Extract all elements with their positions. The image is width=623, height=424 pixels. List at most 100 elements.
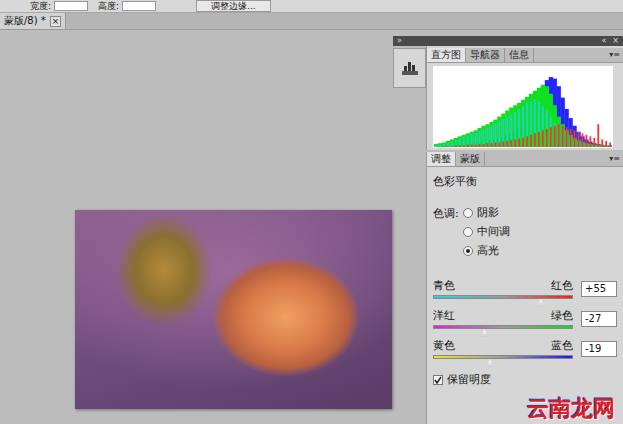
histogram-bar — [506, 117, 508, 147]
slider-track[interactable] — [433, 295, 573, 299]
workspace: »«×直方图导航器信息▾≡调整蒙版▾≡色彩平衡色调:阴影中间调高光青色红色+55… — [0, 30, 623, 424]
slider-value[interactable]: +55 — [581, 281, 617, 297]
panel-menu-button[interactable]: ▾≡ — [609, 152, 623, 166]
histogram-bar — [529, 94, 533, 147]
histogram-bar — [463, 137, 465, 147]
panel-icon-strip — [393, 46, 426, 424]
histogram-bar — [566, 127, 568, 147]
histogram-panel-button[interactable] — [393, 48, 426, 88]
histogram-bar — [467, 136, 469, 147]
histogram-bar — [605, 141, 607, 147]
color-slider: 洋红绿色-27 — [433, 309, 617, 329]
histogram-bar — [521, 100, 525, 147]
panel-menu-button[interactable]: ▾≡ — [609, 48, 623, 62]
histogram-bar — [502, 142, 504, 147]
histogram-bar — [495, 142, 497, 147]
slider-left-label: 黄色 — [433, 339, 455, 353]
histogram-bar — [554, 126, 556, 147]
histogram-bar — [510, 114, 512, 147]
refine-edge-button[interactable]: 调整边缘... — [196, 0, 271, 12]
radio-button[interactable] — [463, 227, 473, 237]
histogram-bar — [489, 122, 493, 147]
histogram-bar — [530, 101, 532, 147]
histogram-bar — [458, 136, 462, 147]
close-button[interactable]: × — [612, 36, 619, 46]
histogram-plot — [434, 67, 612, 147]
radio-button[interactable] — [463, 208, 473, 218]
tone-radio[interactable]: 中间调 — [463, 224, 510, 240]
histogram-bar — [478, 128, 482, 147]
slider-thumb[interactable] — [480, 329, 488, 337]
histogram-bar — [570, 129, 572, 147]
histogram-bar — [459, 139, 461, 147]
panel-tab[interactable]: 调整 — [427, 152, 456, 166]
histogram-series — [434, 77, 612, 147]
histogram-bar — [525, 97, 529, 147]
histogram-bar — [443, 146, 445, 147]
slider-track[interactable] — [433, 355, 573, 359]
preserve-luminosity[interactable]: 保留明度 — [433, 373, 617, 387]
histogram-bar — [479, 144, 481, 147]
slider-value[interactable]: -27 — [581, 311, 617, 327]
histogram-bar — [470, 132, 474, 147]
histogram-bar — [538, 132, 540, 147]
histogram-bar — [545, 86, 549, 147]
color-slider: 黄色蓝色-19 — [433, 339, 617, 359]
histogram-bar — [572, 126, 576, 147]
tone-radio[interactable]: 阴影 — [463, 205, 510, 221]
document-tabs: 蒙版/8) *× — [0, 13, 623, 30]
histogram-bar — [522, 106, 524, 147]
histogram-series — [435, 100, 611, 147]
slider-thumb[interactable] — [486, 359, 494, 367]
histogram-series — [443, 124, 611, 147]
field-input[interactable] — [122, 1, 156, 11]
size-field[interactable]: 宽度: — [30, 0, 88, 12]
slider-thumb[interactable] — [537, 299, 545, 307]
slider-right-label: 绿色 — [551, 309, 573, 323]
panel-tab[interactable]: 导航器 — [466, 48, 505, 62]
histogram-bar — [565, 109, 569, 147]
histogram-bar — [485, 124, 489, 147]
field-label: 高度: — [98, 0, 119, 12]
histogram-bar — [518, 139, 520, 147]
tone-radio[interactable]: 高光 — [463, 243, 510, 259]
histogram-bar — [562, 126, 564, 147]
histogram-bar — [459, 145, 461, 147]
histogram-bar — [522, 138, 524, 147]
field-input[interactable] — [54, 1, 88, 11]
radio-button[interactable] — [463, 246, 473, 256]
collapse-button[interactable]: « — [601, 36, 606, 46]
histogram-bar — [514, 112, 516, 147]
histogram-bar — [597, 124, 599, 147]
panel-tab[interactable]: 直方图 — [427, 48, 466, 62]
histogram-bar — [518, 109, 520, 147]
histogram-bar — [534, 133, 536, 147]
histogram-bar — [475, 133, 477, 147]
expand-button[interactable]: » — [397, 36, 402, 46]
histogram-bar — [462, 135, 466, 147]
panel-tab[interactable]: 信息 — [505, 48, 534, 62]
histogram-bar — [498, 142, 500, 147]
canvas-area — [0, 30, 393, 424]
panel-tab[interactable]: 蒙版 — [456, 152, 485, 166]
size-field[interactable]: 高度: — [98, 0, 156, 12]
histogram-chart — [433, 66, 613, 148]
histogram-bar — [471, 134, 473, 147]
slider-right-label: 红色 — [551, 279, 573, 293]
histogram-bar — [593, 138, 595, 147]
document-tab[interactable]: 蒙版/8) *× — [0, 13, 66, 29]
slider-track[interactable] — [433, 325, 573, 329]
histogram-bar — [541, 85, 545, 147]
close-button[interactable]: × — [50, 16, 62, 27]
histogram-bar — [506, 141, 508, 147]
histogram-bar — [568, 118, 572, 147]
histogram-panel: 直方图导航器信息 ▾≡ — [426, 46, 623, 150]
histogram-bar — [601, 139, 603, 147]
histogram-bar — [463, 145, 465, 147]
slider-value[interactable]: -19 — [581, 341, 617, 357]
histogram-bar — [471, 145, 473, 147]
histogram-bar — [561, 98, 565, 147]
panel-dock: »«×直方图导航器信息▾≡调整蒙版▾≡色彩平衡色调:阴影中间调高光青色红色+55… — [393, 30, 623, 424]
checkbox[interactable] — [433, 375, 443, 385]
field-label: 宽度: — [30, 0, 51, 12]
